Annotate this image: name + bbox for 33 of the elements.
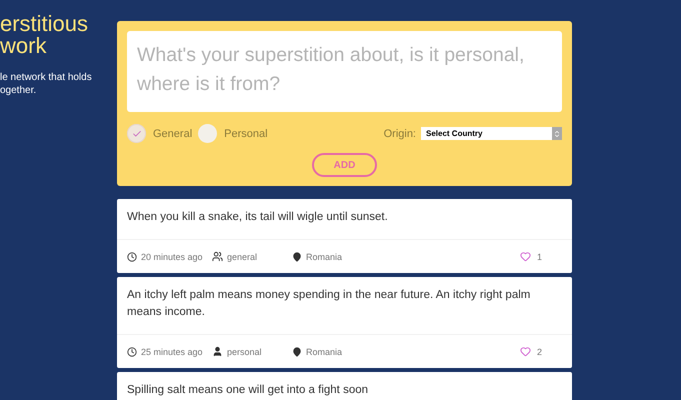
type-radio[interactable]: Personal — [198, 124, 268, 143]
location-pin-icon — [292, 252, 302, 262]
origin-label: Origin: — [384, 128, 416, 140]
post-country: Romania — [306, 252, 342, 262]
superstition-field[interactable]: What's your superstition about, is it personal, where is it from? — [127, 31, 562, 112]
country-select[interactable]: Select Country — [421, 127, 562, 140]
like-count: 2 — [536, 346, 542, 356]
app-title: work — [0, 35, 48, 57]
clock-icon — [127, 346, 137, 356]
group-icon — [212, 251, 223, 262]
post-text: An itchy left palm means money spending in the near future. An itchy right palm means income. — [126, 288, 532, 320]
like-heart-icon[interactable] — [520, 251, 531, 262]
post-text: When you kill a snake, its tail will wigle until sunset. — [126, 210, 389, 225]
clock-icon — [127, 252, 137, 262]
location-pin-icon — [292, 346, 302, 356]
app-description: ogether. — [0, 84, 38, 97]
add-button[interactable]: ADD — [312, 153, 377, 177]
post-text: Spilling salt means one will get into a fight soon — [126, 383, 370, 398]
up-down-arrows-icon — [553, 130, 561, 138]
like-count: 1 — [536, 252, 542, 262]
app-description: le network that holds — [0, 71, 93, 84]
post-country: Romania — [306, 346, 342, 356]
app-title: erstitious — [0, 13, 90, 35]
post-category: general — [227, 252, 258, 262]
like-heart-icon[interactable] — [520, 346, 531, 357]
radio-circle[interactable] — [198, 124, 218, 143]
post-time: 20 minutes ago — [141, 252, 203, 262]
radio-circle[interactable] — [127, 124, 146, 143]
type-radio[interactable]: General — [127, 124, 192, 143]
post-time: 25 minutes ago — [141, 346, 203, 356]
check-icon — [132, 128, 142, 138]
person-icon — [212, 346, 223, 357]
post-category: personal — [227, 346, 262, 356]
